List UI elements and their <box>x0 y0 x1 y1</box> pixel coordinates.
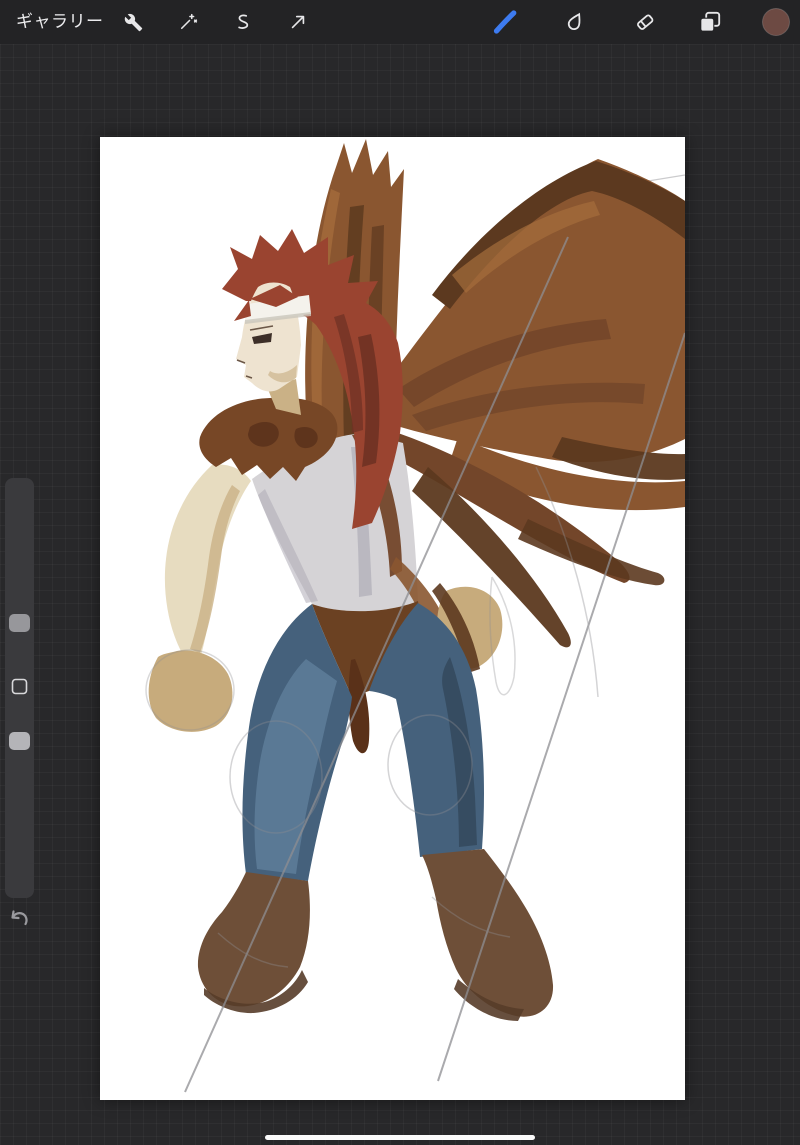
adjustments-button[interactable] <box>172 6 204 38</box>
brush-size-slider[interactable] <box>5 478 34 674</box>
undo-button[interactable] <box>6 908 32 934</box>
layers-button[interactable] <box>694 6 726 38</box>
app-screen: ギャラリー <box>0 0 800 1145</box>
color-button[interactable] <box>761 7 791 37</box>
gallery-button[interactable]: ギャラリー <box>16 0 104 44</box>
home-indicator[interactable] <box>265 1135 535 1140</box>
left-arm <box>164 464 251 659</box>
right-wing-trailing-feather3 <box>518 519 665 586</box>
smudge-tool-button[interactable] <box>559 6 591 38</box>
transform-button[interactable] <box>282 6 314 38</box>
top-toolbar: ギャラリー <box>0 0 800 44</box>
magic-wand-icon <box>180 13 198 30</box>
brush-stroke-icon <box>493 10 517 34</box>
brush-sidebar <box>5 478 34 898</box>
modify-button[interactable] <box>10 677 29 696</box>
brush-opacity-handle[interactable] <box>9 732 30 750</box>
brush-size-handle[interactable] <box>9 614 30 632</box>
actions-button[interactable] <box>117 6 149 38</box>
canvas[interactable] <box>100 137 685 1100</box>
modify-square-icon <box>11 678 28 695</box>
undo-arrow-icon <box>11 910 28 926</box>
layers-icon <box>700 11 721 32</box>
smudge-drop-icon <box>567 12 581 31</box>
brush-opacity-slider[interactable] <box>5 698 34 898</box>
erase-tool-button[interactable] <box>629 6 661 38</box>
color-swatch-circle <box>762 8 790 36</box>
paint-tool-button[interactable] <box>489 6 521 38</box>
selection-button[interactable] <box>227 6 259 38</box>
wrench-icon <box>124 13 142 31</box>
workspace <box>0 44 800 1145</box>
selection-s-icon <box>238 14 249 29</box>
transform-arrow-icon <box>291 15 305 29</box>
eraser-icon <box>637 14 654 30</box>
artwork-painting <box>145 139 685 1093</box>
